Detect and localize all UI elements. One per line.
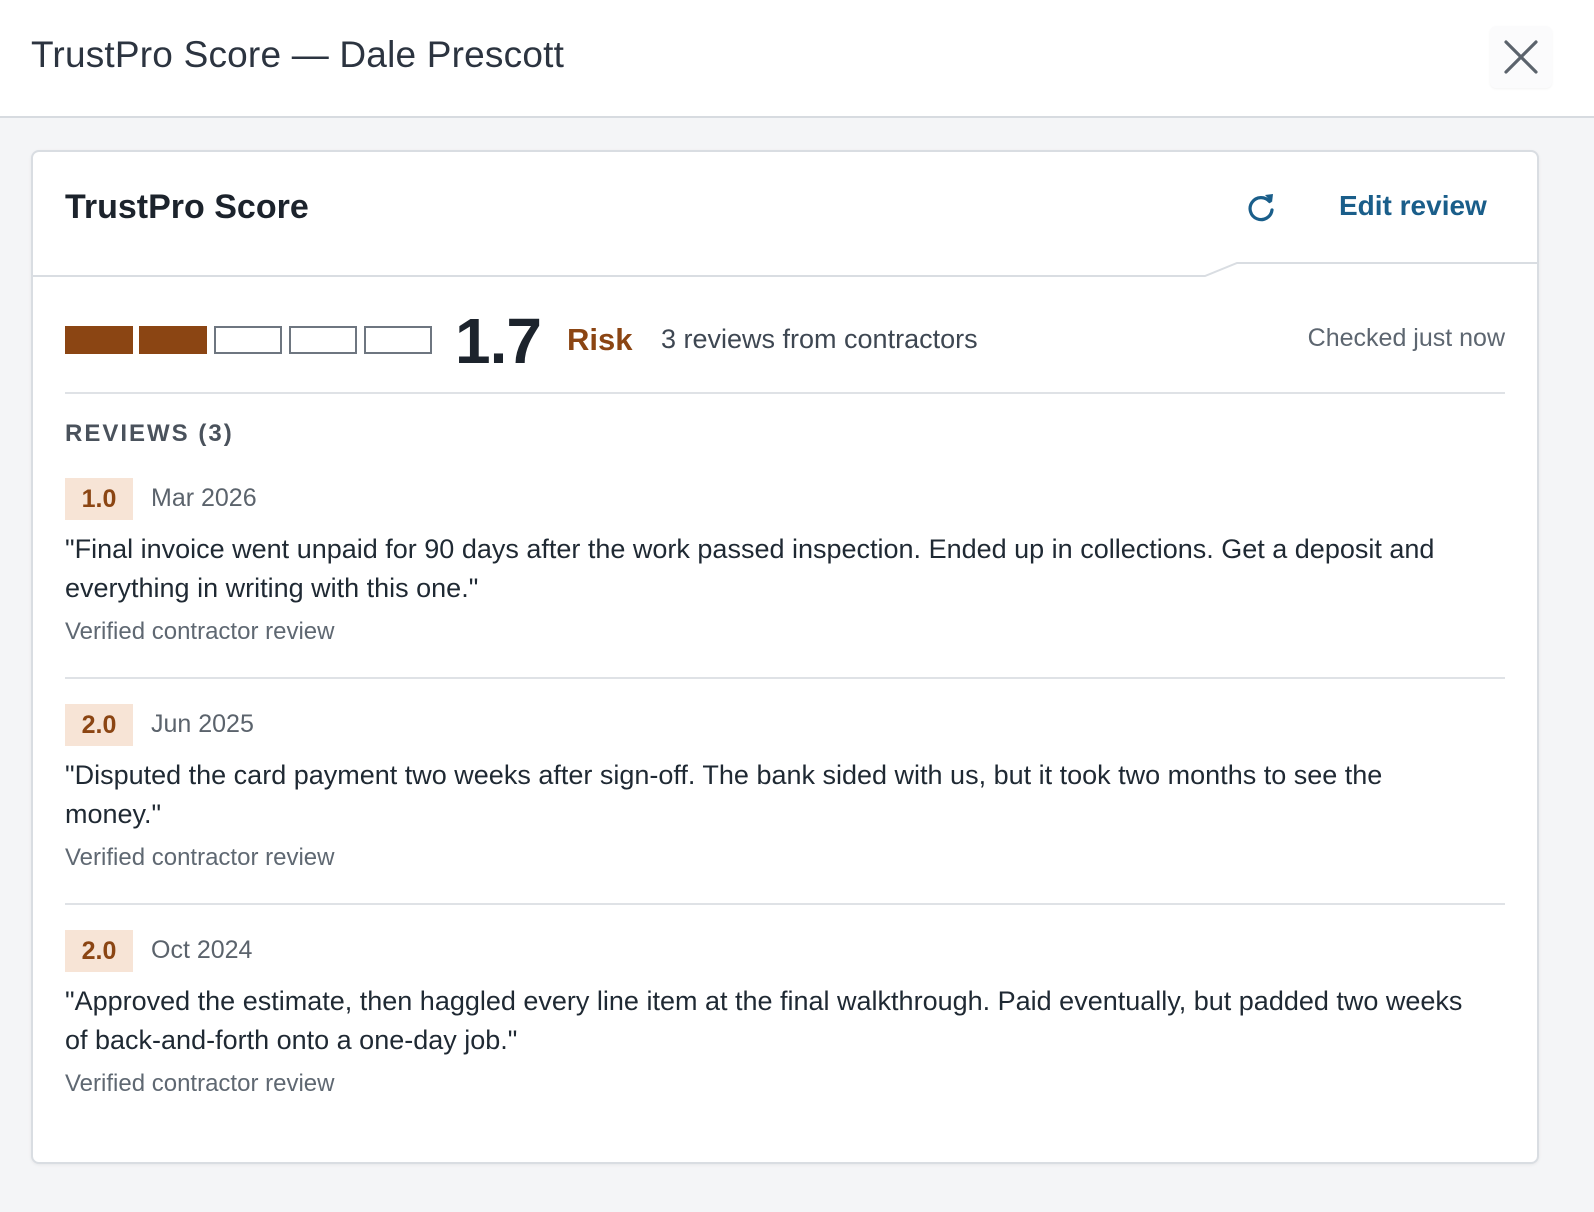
review-text: "Disputed the card payment two weeks aft…: [65, 760, 1383, 829]
score-card: TrustPro Score Edit review 1.7 Risk 3 re…: [31, 150, 1539, 1164]
divider: [65, 677, 1505, 679]
modal-header: TrustPro Score — Dale Prescott: [0, 0, 1594, 118]
close-icon: [1504, 40, 1538, 74]
trustpro-modal: TrustPro Score — Dale Prescott TrustPro …: [0, 0, 1594, 1212]
score-band: Risk: [567, 322, 633, 357]
close-button[interactable]: [1490, 26, 1552, 88]
review-source: Verified contractor review: [65, 618, 335, 645]
score-meter-segment: [65, 326, 133, 354]
score-value: 1.7: [455, 305, 542, 377]
review-source: Verified contractor review: [65, 844, 335, 871]
edit-review-link[interactable]: Edit review: [1339, 190, 1487, 222]
divider: [65, 392, 1505, 394]
divider: [65, 903, 1505, 905]
checked-status: Checked just now: [1307, 324, 1505, 352]
score-meter-segment: [214, 326, 282, 354]
refresh-button[interactable]: [1243, 190, 1279, 226]
card-title: TrustPro Score: [65, 188, 309, 226]
score-meter-segment: [289, 326, 357, 354]
review-source: Verified contractor review: [65, 1070, 335, 1097]
refresh-icon: [1248, 194, 1274, 222]
reviews-heading: REVIEWS (3): [65, 420, 234, 447]
review-date: Mar 2026: [151, 484, 257, 512]
review-count: 3 reviews from contractors: [661, 324, 978, 354]
modal-title: TrustPro Score — Dale Prescott: [31, 34, 565, 75]
rating-badge: 2.0: [65, 930, 133, 972]
review-date: Jun 2025: [151, 710, 254, 738]
review-text: "Final invoice went unpaid for 90 days a…: [65, 534, 1435, 603]
score-meter-segment: [364, 326, 432, 354]
score-meter-segment: [139, 326, 207, 354]
rating-badge: 2.0: [65, 704, 133, 746]
rating-badge: 1.0: [65, 478, 133, 520]
review-date: Oct 2024: [151, 936, 253, 964]
review-text: "Approved the estimate, then haggled eve…: [65, 986, 1463, 1055]
